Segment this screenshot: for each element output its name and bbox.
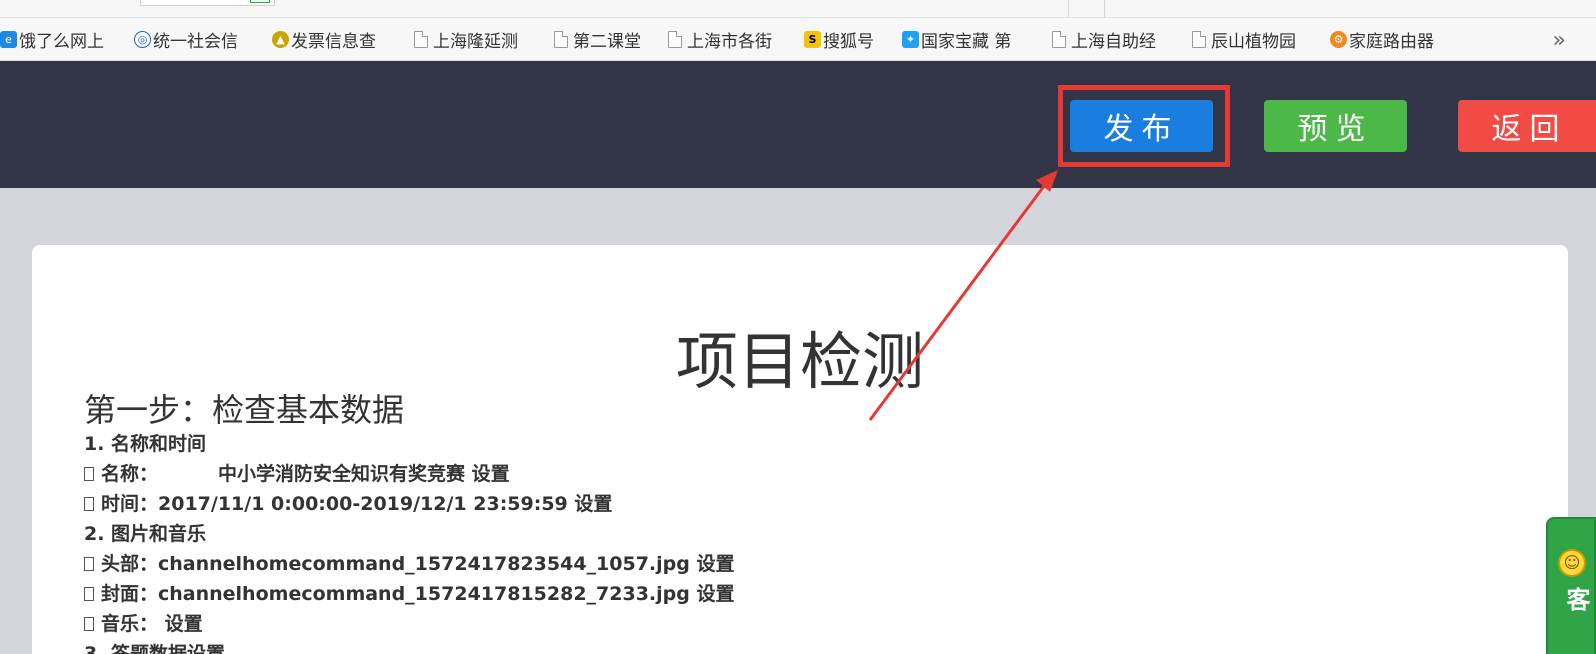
bookmarks-overflow-icon[interactable]: »: [1553, 28, 1566, 53]
bookmark-label: 饿了么网上: [19, 32, 104, 52]
publish-button[interactable]: 发布: [1070, 100, 1213, 152]
music-row: 音乐： 设置: [84, 609, 203, 636]
address-strip: [0, 0, 1596, 18]
section-heading: 1. 名称和时间: [84, 433, 207, 455]
smiley-icon: ☺: [1558, 549, 1586, 577]
bookmark-label: 上海市各街: [687, 32, 772, 52]
preview-button[interactable]: 预览: [1264, 100, 1407, 152]
consult-label: 咨询客: [1562, 587, 1590, 611]
name-row: 名称： 中小学消防安全知识有奖竞赛 设置: [84, 459, 510, 486]
header-image-value[interactable]: 头部：channelhomecommand_1572417823544_1057…: [101, 553, 734, 575]
top-toolbar: 发布 预览 返回: [0, 61, 1596, 188]
bookmark-item[interactable]: ✦ 国家宝藏 第: [902, 27, 1011, 52]
router-icon: ⚙: [1330, 31, 1347, 48]
bookmark-label: 发票信息查: [291, 32, 376, 52]
eleme-icon: e: [0, 31, 17, 48]
bookmark-label: 统一社会信: [153, 32, 238, 52]
page-icon: [414, 31, 428, 48]
bookmark-label: 搜狐号: [823, 32, 874, 52]
cover-image-row: 封面：channelhomecommand_1572417815282_7233…: [84, 579, 734, 606]
page-icon: [1192, 31, 1206, 48]
time-value[interactable]: 时间：2017/11/1 0:00:00-2019/12/1 23:59:59 …: [101, 493, 612, 515]
page-icon: [554, 31, 568, 48]
twitter-icon: ✦: [902, 31, 919, 48]
consult-widget[interactable]: ☺ 咨询客: [1546, 517, 1596, 654]
cover-image-value[interactable]: 封面：channelhomecommand_1572417815282_7233…: [101, 583, 734, 605]
checkbox-icon: [84, 467, 94, 481]
back-button[interactable]: 返回: [1458, 100, 1596, 152]
sohu-icon: S: [804, 31, 821, 48]
section-heading: 3. 答题数据设置: [84, 643, 226, 654]
bookmark-item[interactable]: 上海市各街: [668, 27, 772, 52]
divider: [1068, 0, 1069, 18]
step-heading: 第一步：检查基本数据: [84, 391, 405, 429]
bookmark-item[interactable]: 上海自助经: [1052, 27, 1156, 52]
bookmark-label: 家庭路由器: [1349, 32, 1434, 52]
bookmark-item[interactable]: 第二课堂: [554, 27, 641, 52]
section-heading: 2. 图片和音乐: [84, 523, 207, 545]
bookmark-item[interactable]: ▲ 发票信息查: [272, 27, 376, 52]
bookmark-item[interactable]: e 饿了么网上: [0, 27, 104, 52]
bookmarks-bar: e 饿了么网上 ◎ 统一社会信 ▲ 发票信息查 上海隆延测 第二课堂 上海市各街…: [0, 18, 1596, 61]
checkbox-icon: [84, 497, 94, 511]
bookmark-item[interactable]: S 搜狐号: [804, 27, 874, 52]
bookmark-label: 上海隆延测: [433, 32, 518, 52]
page-icon: [1052, 31, 1066, 48]
time-row: 时间：2017/11/1 0:00:00-2019/12/1 23:59:59 …: [84, 489, 612, 516]
checkbox-icon: [84, 587, 94, 601]
bookmark-label: 上海自助经: [1071, 32, 1156, 52]
bookmark-item[interactable]: 辰山植物园: [1192, 27, 1296, 52]
bookmark-label: 辰山植物园: [1211, 32, 1296, 52]
header-image-row: 头部：channelhomecommand_1572417823544_1057…: [84, 549, 734, 576]
org-icon: ◎: [134, 31, 151, 48]
bookmark-item[interactable]: 上海隆延测: [414, 27, 518, 52]
secure-badge-icon: [250, 0, 270, 3]
bookmark-item[interactable]: ⚙ 家庭路由器: [1330, 27, 1434, 52]
checkbox-icon: [84, 557, 94, 571]
bookmark-label: 国家宝藏 第: [921, 32, 1012, 52]
divider: [1104, 0, 1105, 18]
checkbox-icon: [84, 617, 94, 631]
page-icon: [668, 31, 682, 48]
bookmark-item[interactable]: ◎ 统一社会信: [134, 27, 238, 52]
project-check-card: 项目检测 第一步：检查基本数据 1. 名称和时间 名称： 中小学消防安全知识有奖竞…: [32, 245, 1568, 654]
name-value[interactable]: 中小学消防安全知识有奖竞赛 设置: [218, 463, 510, 485]
invoice-icon: ▲: [272, 31, 289, 48]
address-field[interactable]: [140, 0, 275, 6]
bookmark-label: 第二课堂: [573, 32, 641, 52]
name-label: 名称：: [101, 463, 159, 485]
music-value[interactable]: 音乐： 设置: [101, 613, 203, 635]
